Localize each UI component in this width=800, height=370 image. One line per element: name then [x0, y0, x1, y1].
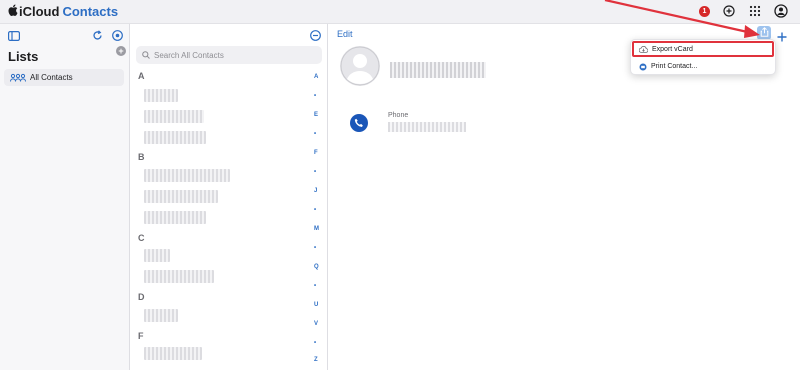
- section-header-f: F: [138, 331, 144, 341]
- contact-row[interactable]: [144, 131, 206, 144]
- search-icon: [142, 46, 150, 64]
- more-icon[interactable]: [310, 28, 321, 46]
- index-letter[interactable]: A: [314, 74, 318, 80]
- list-item-label: All Contacts: [30, 73, 73, 82]
- index-letter[interactable]: M: [314, 226, 319, 232]
- top-right-icons: 1: [699, 4, 788, 18]
- list-item-all-contacts[interactable]: All Contacts: [4, 69, 124, 86]
- notification-badge[interactable]: 1: [699, 5, 710, 17]
- section-header-d: D: [138, 292, 145, 302]
- add-icon: [777, 32, 787, 42]
- index-letter[interactable]: •: [314, 283, 316, 289]
- app-window: iCloud Contacts 1 Lists + All Contacts S…: [0, 0, 800, 370]
- contact-row[interactable]: [144, 89, 178, 102]
- index-letter[interactable]: U: [314, 302, 318, 308]
- share-button[interactable]: [757, 26, 771, 40]
- index-letter[interactable]: •: [314, 131, 316, 137]
- avatar-icon: [340, 46, 380, 86]
- lists-sidebar: Lists + All Contacts: [0, 24, 130, 370]
- search-input[interactable]: [154, 50, 314, 60]
- index-letter[interactable]: Z: [314, 357, 318, 363]
- index-letter[interactable]: J: [314, 188, 317, 194]
- index-letter[interactable]: •: [314, 93, 316, 99]
- people-icon: [10, 73, 26, 82]
- index-letter[interactable]: •: [314, 169, 316, 175]
- contact-row[interactable]: [144, 309, 178, 322]
- account-icon[interactable]: [774, 4, 788, 18]
- apple-logo-icon: [8, 4, 18, 19]
- brand-prefix: iCloud: [19, 4, 60, 19]
- contact-row[interactable]: [144, 270, 214, 283]
- printer-icon: [639, 63, 647, 71]
- index-letter[interactable]: F: [314, 150, 318, 156]
- section-header-a: A: [138, 71, 145, 81]
- index-letter[interactable]: E: [314, 112, 318, 118]
- section-header-b: B: [138, 152, 145, 162]
- index-letter[interactable]: •: [314, 207, 316, 213]
- add-contact-button[interactable]: [777, 24, 787, 45]
- print-contact-menu-item[interactable]: Print Contact...: [635, 60, 773, 73]
- add-list-icon[interactable]: +: [116, 46, 126, 56]
- index-letter[interactable]: •: [314, 245, 316, 251]
- top-bar: iCloud Contacts 1: [0, 0, 800, 24]
- export-vcard-highlight: [632, 41, 774, 57]
- section-header-c: C: [138, 233, 145, 243]
- contact-list-panel: A B C D F A • E • F • J • M • Q • U V: [130, 24, 328, 370]
- contact-avatar: [340, 46, 380, 86]
- phone-label: Phone: [388, 112, 409, 119]
- lists-toolbar: [8, 28, 124, 42]
- index-letter[interactable]: •: [314, 340, 316, 346]
- edit-button[interactable]: Edit: [337, 29, 353, 39]
- search-bar[interactable]: [136, 46, 322, 64]
- sidebar-toggle-icon[interactable]: [8, 28, 21, 46]
- contact-row[interactable]: [144, 169, 230, 182]
- phone-call-button[interactable]: [350, 114, 368, 132]
- contact-row[interactable]: [144, 110, 204, 123]
- settings-icon[interactable]: [112, 28, 123, 46]
- index-letter[interactable]: V: [314, 321, 318, 327]
- app-brand[interactable]: iCloud Contacts: [8, 4, 118, 19]
- contact-row[interactable]: [144, 249, 170, 262]
- refresh-icon[interactable]: [92, 28, 103, 46]
- add-circle-icon[interactable]: [722, 4, 736, 18]
- contact-name-redacted: [390, 62, 486, 78]
- app-grid-icon[interactable]: [748, 4, 762, 18]
- phone-value-redacted[interactable]: [388, 122, 466, 132]
- phone-icon: [354, 118, 363, 127]
- index-letter[interactable]: Q: [314, 264, 319, 270]
- contact-row[interactable]: [144, 211, 206, 224]
- lists-title: Lists: [8, 49, 39, 64]
- menu-item-label: Print Contact...: [651, 63, 698, 70]
- contact-row[interactable]: [144, 347, 202, 360]
- brand-name: Contacts: [62, 4, 119, 19]
- contact-row[interactable]: [144, 190, 218, 203]
- contact-detail-panel: Edit Phone Export vCard Print Contact...: [328, 24, 800, 370]
